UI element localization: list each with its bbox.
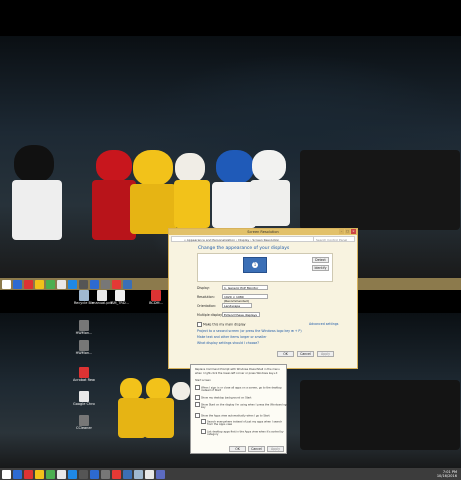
ok-button[interactable]: OK <box>229 446 246 452</box>
taskbar-app-icon[interactable] <box>101 279 110 289</box>
taskbar-app-icon[interactable] <box>24 469 33 479</box>
section-heading: Start screen <box>195 379 211 382</box>
taskbar-app-icon[interactable] <box>35 469 44 479</box>
desktop-icon[interactable]: BCDM... <box>145 290 167 305</box>
taskbar-app-icon[interactable] <box>123 279 132 289</box>
application-icon <box>79 320 89 331</box>
monitor-number: 1 <box>252 262 258 268</box>
minimize-button[interactable]: – <box>339 229 344 234</box>
apply-button[interactable]: Apply <box>267 446 284 452</box>
taskbar-app-icon[interactable] <box>79 469 88 479</box>
option-text: from the Apps view <box>207 423 233 426</box>
breadcrumb: « Appearance and Personalization › Displ… <box>184 238 280 242</box>
taskbar-app-icon[interactable] <box>123 469 132 479</box>
advanced-settings-link[interactable]: Advanced settings <box>309 322 338 326</box>
text-size-link[interactable]: Make text and other items larger or smal… <box>197 335 267 339</box>
pdf-file-icon <box>97 290 107 301</box>
display-label: Display: <box>197 286 210 290</box>
file-icon <box>115 290 125 301</box>
taskbar-app-icon[interactable] <box>57 469 66 479</box>
chrome-icon <box>79 391 89 402</box>
taskbar-app-icon[interactable] <box>35 279 44 289</box>
orientation-select[interactable]: Landscape <box>222 303 252 308</box>
cancel-button[interactable]: Cancel <box>248 446 265 452</box>
taskbar-app-icon[interactable] <box>101 469 110 479</box>
option-row[interactable]: Show my desktop background on Start <box>195 395 251 400</box>
taskbar-app-icon[interactable] <box>90 469 99 479</box>
desktop-icon[interactable]: HWMon... <box>73 320 95 335</box>
taskbar-app-icon[interactable] <box>112 279 121 289</box>
taskbar-app-icon[interactable] <box>79 279 88 289</box>
display-select[interactable]: 1. Generic PnP Monitor <box>222 285 268 290</box>
ccleaner-icon <box>79 415 89 426</box>
system-clock[interactable]: 7:01 PM 10/16/2016 <box>437 470 457 478</box>
close-button[interactable]: × <box>351 229 356 234</box>
taskbar-app-icon[interactable] <box>68 279 77 289</box>
taskbar-app-icon[interactable] <box>46 469 55 479</box>
option-text: Replace Command Prompt with Windows Powe… <box>195 368 280 371</box>
main-display-checkbox-row[interactable]: Make this my main display <box>197 322 246 327</box>
checkbox[interactable] <box>195 395 200 400</box>
checkbox[interactable] <box>201 429 206 434</box>
project-link[interactable]: Project to a second screen (or press the… <box>197 329 302 333</box>
taskbar-app-icon[interactable] <box>13 469 22 479</box>
monitor-thumbnail[interactable]: 1 <box>243 257 267 273</box>
taskbar-app-icon[interactable] <box>145 469 154 479</box>
multiple-displays-select[interactable]: Extend these displays <box>222 312 260 317</box>
option-text: category <box>207 433 219 436</box>
orientation-label: Orientation: <box>197 304 217 308</box>
taskbar-app-icon[interactable] <box>57 279 66 289</box>
option-row[interactable]: Show the Apps view automatically when I … <box>195 413 270 418</box>
display-settings-help-link[interactable]: What display settings should I choose? <box>197 341 259 345</box>
navigation-properties-window: Replace Command Prompt with Windows Powe… <box>190 364 288 454</box>
resolution-label: Resolution: <box>197 295 215 299</box>
pdf-file-icon <box>151 290 161 301</box>
identify-button[interactable]: Identify <box>312 265 329 271</box>
desktop-icon[interactable]: Google Chrome <box>73 391 95 406</box>
main-display-checkbox[interactable] <box>197 322 202 327</box>
desktop-icon[interactable]: HWMon... <box>73 340 95 355</box>
taskbar-app-icon[interactable] <box>90 279 99 289</box>
window-title: Screen Resolution <box>247 230 279 234</box>
taskbar-app-icon[interactable] <box>134 469 143 479</box>
option-text: key <box>201 406 206 409</box>
option-text: when I right-click the lower-left corner… <box>195 372 278 375</box>
taskbar-app-icon[interactable] <box>46 279 55 289</box>
checkbox[interactable] <box>201 419 206 424</box>
clock-date: 10/16/2016 <box>436 474 457 478</box>
ok-button[interactable]: OK <box>277 351 294 357</box>
checkbox[interactable] <box>195 385 200 390</box>
detect-button[interactable]: Detect <box>312 257 329 263</box>
recycle-bin-icon <box>79 290 89 301</box>
taskbar-app-icon[interactable] <box>13 279 22 289</box>
window-titlebar[interactable]: Screen Resolution – □ × <box>169 229 357 235</box>
option-text: instead of Start <box>201 389 222 392</box>
taskbar-bottom: 7:01 PM 10/16/2016 <box>0 468 461 480</box>
taskbar-app-icon[interactable] <box>112 469 121 479</box>
start-button[interactable] <box>2 279 11 289</box>
desktop-icon[interactable]: Acrobat Reader DC <box>73 367 95 382</box>
start-button[interactable] <box>2 469 11 479</box>
checkbox[interactable] <box>195 413 200 418</box>
multiple-displays-label: Multiple displays: <box>197 313 225 317</box>
cancel-button[interactable]: Cancel <box>297 351 314 357</box>
application-icon <box>79 340 89 351</box>
search-input[interactable]: Search Control Panel <box>313 237 354 242</box>
desktop-icon[interactable]: CCleaner <box>73 415 95 430</box>
display-preview: 1 Detect Identify <box>197 253 333 282</box>
taskbar-app-icon[interactable] <box>156 469 165 479</box>
resolution-select[interactable]: 1920 × 1080 (Recommended) <box>222 294 268 303</box>
apply-button[interactable]: Apply <box>317 351 334 357</box>
address-bar[interactable]: « Appearance and Personalization › Displ… <box>171 236 355 242</box>
page-title: Change the appearance of your displays <box>198 246 290 251</box>
taskbar-app-icon[interactable] <box>68 469 77 479</box>
maximize-button[interactable]: □ <box>345 229 350 234</box>
checkbox[interactable] <box>195 402 200 407</box>
acrobat-icon <box>79 367 89 378</box>
desktop-icon[interactable]: AM_TRD... <box>109 290 131 305</box>
screen-resolution-window: Screen Resolution – □ × « Appearance and… <box>168 228 358 369</box>
taskbar-app-icon[interactable] <box>24 279 33 289</box>
option-row[interactable]: Show Start on the display I'm using when… <box>195 402 288 407</box>
